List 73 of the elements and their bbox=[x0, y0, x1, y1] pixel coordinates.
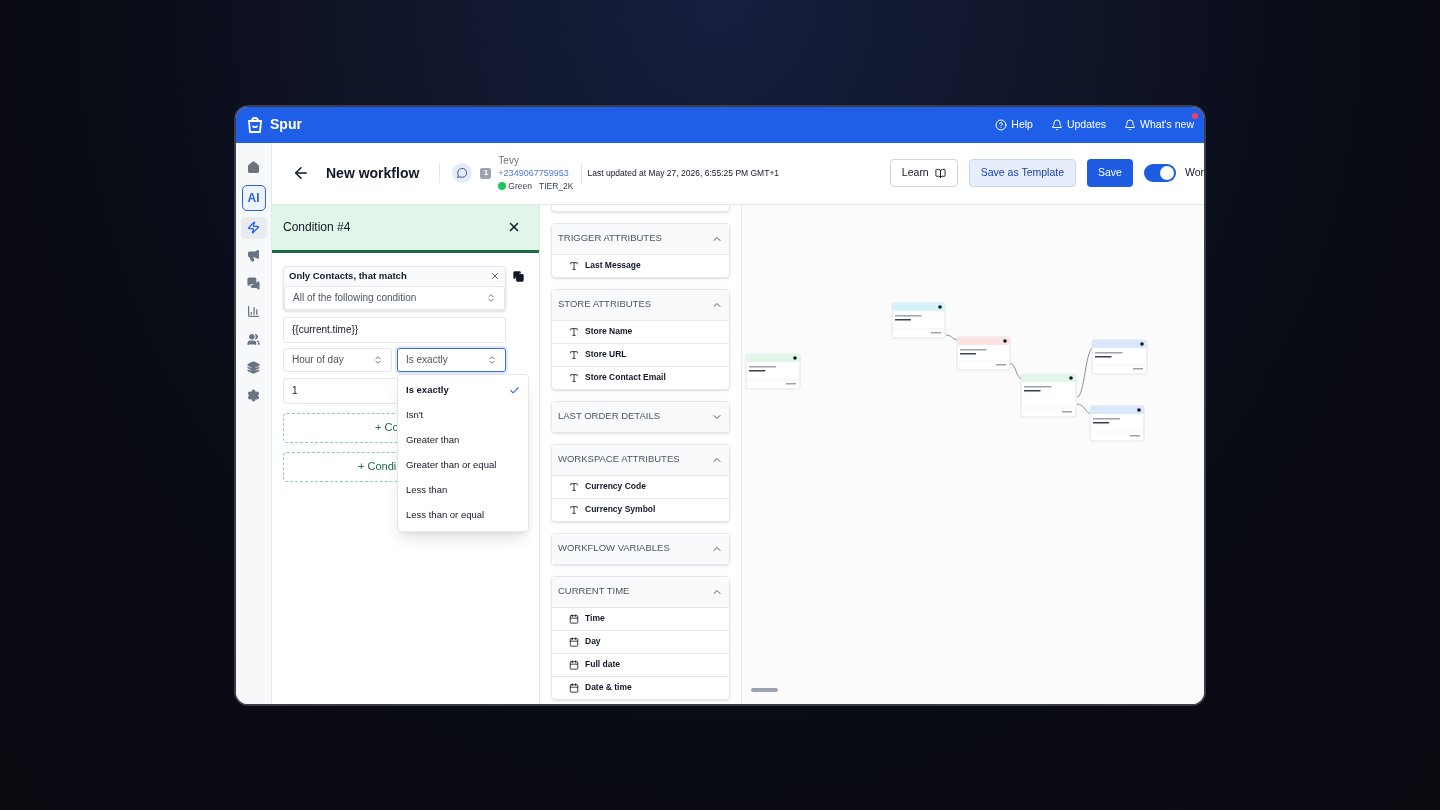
variable-item[interactable]: Store URL bbox=[552, 342, 729, 366]
operator-select[interactable]: Is exactly bbox=[397, 347, 506, 372]
panel-title: Condition #4 bbox=[283, 219, 351, 236]
section-header[interactable]: LAST ORDER DETAILS bbox=[552, 401, 729, 432]
ai-button[interactable]: AI bbox=[241, 184, 266, 211]
calendar-icon bbox=[569, 659, 579, 670]
top-link[interactable]: Updates bbox=[1050, 116, 1107, 133]
calendar-icon bbox=[569, 682, 579, 693]
stack-icon bbox=[247, 361, 260, 374]
toggle-label: Wor bbox=[1184, 165, 1204, 181]
variable-item[interactable]: Store Contact Email bbox=[552, 365, 729, 389]
chevrons-icon bbox=[487, 354, 497, 365]
variable-item[interactable]: Currency Code bbox=[552, 474, 729, 498]
save-template-button[interactable]: Save as Template bbox=[968, 159, 1076, 187]
text-type-icon bbox=[569, 504, 579, 515]
remove-icon[interactable] bbox=[490, 271, 500, 281]
whatsapp-icon bbox=[452, 163, 473, 183]
dropdown-option[interactable]: Less than or equal bbox=[398, 502, 528, 528]
check-icon bbox=[509, 384, 520, 396]
close-icon[interactable] bbox=[507, 220, 521, 234]
tier-label: TIER_2K bbox=[539, 179, 574, 193]
variable-item[interactable]: Date & time bbox=[552, 675, 729, 699]
last-updated-text: Last updated at May 27, 2026, 6:55:25 PM GMT+1 bbox=[587, 166, 780, 180]
text-type-icon bbox=[569, 481, 579, 492]
calendar-icon bbox=[569, 613, 579, 624]
text-type-icon bbox=[569, 349, 579, 360]
text-type-icon bbox=[569, 326, 579, 337]
workflow-title: New workflow bbox=[326, 163, 420, 183]
contact-name: Tevy bbox=[498, 153, 520, 167]
chevrons-icon bbox=[486, 292, 496, 303]
section-header[interactable]: WORKFLOW VARIABLES bbox=[552, 533, 729, 564]
variable-item[interactable]: Day bbox=[552, 629, 729, 653]
users-icon bbox=[247, 333, 260, 346]
group-label: Only Contacts, that match bbox=[289, 268, 407, 283]
channel-count: 1 bbox=[480, 167, 492, 179]
section-header[interactable]: STORE ATTRIBUTES bbox=[552, 289, 729, 320]
contact-status: Green bbox=[508, 179, 532, 193]
variable-item[interactable]: Store Name bbox=[552, 319, 729, 343]
help-icon bbox=[995, 118, 1008, 131]
variable-item[interactable]: Full date bbox=[552, 652, 729, 676]
copy-icon[interactable] bbox=[513, 270, 524, 282]
section-header[interactable]: CURRENT TIME bbox=[552, 576, 729, 607]
home-icon bbox=[247, 161, 260, 174]
variable-item[interactable]: Last Message bbox=[552, 253, 729, 277]
book-icon bbox=[934, 167, 946, 179]
megaphone-icon bbox=[247, 249, 260, 262]
section-header[interactable]: WORKSPACE ATTRIBUTES bbox=[552, 444, 729, 475]
bell-icon bbox=[1050, 118, 1063, 131]
calendar-icon bbox=[569, 636, 579, 647]
toggle-switch[interactable] bbox=[1143, 164, 1176, 182]
bolt-icon bbox=[247, 221, 260, 234]
save-button[interactable]: Save bbox=[1087, 159, 1133, 187]
chat-icon bbox=[247, 277, 260, 290]
bar-chart-icon bbox=[247, 305, 260, 318]
bell-icon bbox=[1124, 118, 1137, 131]
variable-item[interactable]: Time bbox=[552, 606, 729, 630]
unit-select[interactable]: Hour of day bbox=[283, 347, 392, 372]
learn-button[interactable]: Learn bbox=[889, 159, 958, 187]
top-link[interactable]: Help bbox=[995, 116, 1033, 133]
scrollbar[interactable] bbox=[751, 687, 778, 692]
logo-icon bbox=[246, 114, 264, 135]
contact-phone[interactable]: +2349067759953 bbox=[498, 166, 574, 180]
text-type-icon bbox=[569, 372, 579, 383]
variable-item[interactable]: Currency Symbol bbox=[552, 497, 729, 521]
variable-field[interactable]: {{current.time}} bbox=[283, 316, 506, 343]
match-select[interactable]: All of the following condition bbox=[284, 285, 505, 310]
text-type-icon bbox=[569, 260, 579, 271]
brand-name: Spur bbox=[270, 115, 302, 134]
chevrons-icon bbox=[373, 354, 383, 365]
settings-icon bbox=[247, 389, 260, 402]
section-header[interactable]: TRIGGER ATTRIBUTES bbox=[552, 223, 729, 254]
top-link[interactable]: What's new bbox=[1124, 116, 1194, 133]
rail-button[interactable] bbox=[240, 216, 267, 239]
